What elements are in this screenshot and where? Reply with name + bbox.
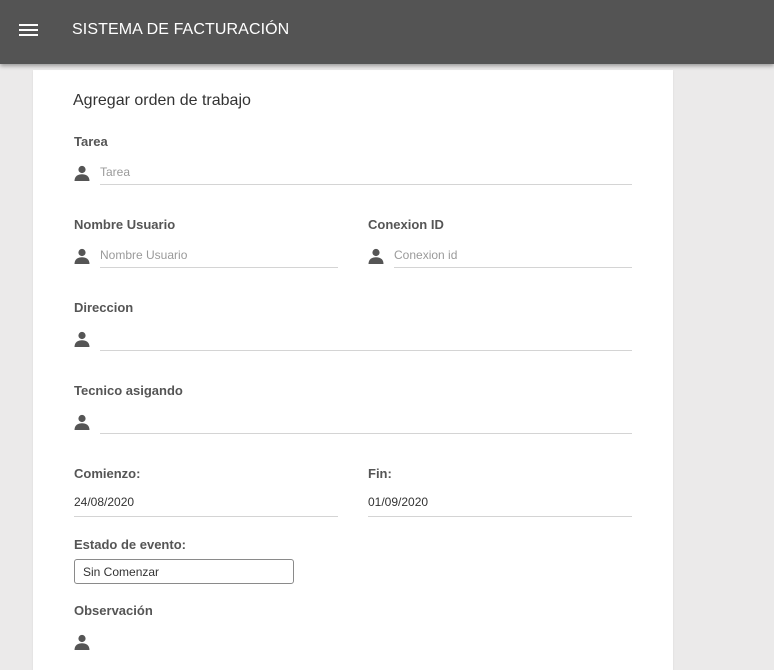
direccion-label: Direccion: [74, 300, 134, 315]
estado-select[interactable]: Sin Comenzar: [74, 559, 294, 584]
person-icon: [74, 331, 90, 347]
tarea-input[interactable]: [100, 163, 632, 185]
fin-label: Fin:: [368, 466, 392, 481]
app-title: SISTEMA DE FACTURACIÓN: [72, 21, 290, 38]
nombre-usuario-label: Nombre Usuario: [74, 217, 176, 232]
direccion-input[interactable]: [100, 329, 632, 351]
tecnico-label: Tecnico asigando: [74, 383, 183, 398]
form-card: Agregar orden de trabajo Tarea Nombre Us…: [33, 70, 673, 670]
comienzo-date-input[interactable]: 24/08/2020: [74, 491, 338, 517]
tarea-label: Tarea: [74, 134, 108, 149]
nombre-usuario-input[interactable]: [100, 246, 338, 268]
app-bar: SISTEMA DE FACTURACIÓN: [0, 0, 774, 64]
person-icon: [74, 414, 90, 430]
form-title: Agregar orden de trabajo: [73, 92, 251, 109]
fin-date-input[interactable]: 01/09/2020: [368, 491, 632, 517]
conexion-id-label: Conexion ID: [368, 217, 444, 232]
person-icon: [74, 634, 90, 650]
tecnico-input[interactable]: [100, 412, 632, 434]
hamburger-menu-icon[interactable]: [19, 23, 38, 38]
person-icon: [74, 165, 90, 181]
person-icon: [74, 248, 90, 264]
conexion-id-input[interactable]: [394, 246, 632, 268]
estado-label: Estado de evento:: [74, 537, 186, 552]
observacion-label: Observación: [74, 603, 153, 618]
person-icon: [368, 248, 384, 264]
comienzo-label: Comienzo:: [74, 466, 141, 481]
